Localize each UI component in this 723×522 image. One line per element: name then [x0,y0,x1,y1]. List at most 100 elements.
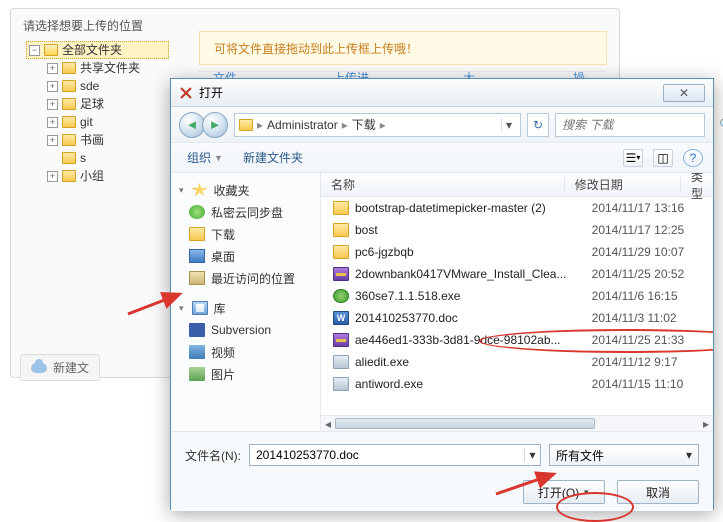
open-dialog: 打开 ✕ ◄ ► ▸ Administrator ▸ 下载 ▸ ▾ ↻ 🔍 组织… [170,78,714,510]
folder-icon [62,62,76,74]
col-date[interactable]: 修改日期 [565,176,681,193]
chevron-right-icon: ▸ [257,118,263,132]
expand-icon[interactable]: + [47,81,58,92]
file-row[interactable]: aliedit.exe2014/11/12 9:17应用程 [321,351,713,373]
sidebar-video[interactable]: 视频 [171,341,320,363]
sidebar-desktop[interactable]: 桌面 [171,245,320,267]
sidebar: ▾收藏夹 私密云同步盘 下载 桌面 最近访问的位置 ▾库 Subversion … [171,173,321,431]
dialog-bottom: 文件名(N): ▾ 所有文件 ▾ 打开(O)▼ 取消 [171,431,713,511]
sidebar-recent[interactable]: 最近访问的位置 [171,267,320,289]
file-icon [333,333,349,347]
sidebar-libraries[interactable]: ▾库 [171,297,320,319]
file-name: antiword.exe [355,377,582,391]
refresh-button[interactable]: ↻ [527,113,549,137]
file-row[interactable]: bost2014/11/17 12:25文件夹 [321,219,713,241]
address-bar[interactable]: ▸ Administrator ▸ 下载 ▸ ▾ [234,113,521,137]
file-date: 2014/11/3 11:02 [582,311,703,325]
file-row[interactable]: 2downbank0417VMware_Install_Clea...2014/… [321,263,713,285]
search-input[interactable] [562,118,719,132]
recent-icon [189,271,205,285]
tree-item[interactable]: +共享文件夹 [47,59,169,77]
folder-icon [62,152,76,164]
file-type: Micro [703,311,713,325]
scrollbar-thumb[interactable] [335,418,595,429]
tree-item[interactable]: +小组 [47,167,169,185]
horizontal-scrollbar[interactable]: ◂ ▸ [321,415,713,431]
dialog-titlebar[interactable]: 打开 ✕ [171,79,713,107]
tree-item[interactable]: +书画 [47,131,169,149]
desktop-icon [189,249,205,263]
breadcrumb-folder[interactable]: 下载 [352,116,376,133]
nav-back-forward: ◄ ► [179,112,228,138]
file-name: ae446ed1-333b-3d81-9dce-98102ab... [355,333,582,347]
chevron-down-icon: ▼ [214,153,223,163]
file-date: 2014/11/29 10:07 [582,245,703,259]
nav-bar: ◄ ► ▸ Administrator ▸ 下载 ▸ ▾ ↻ 🔍 [171,107,713,143]
preview-button[interactable]: ◫ [653,149,673,167]
folder-icon [239,119,253,131]
tree-item[interactable]: +足球 [47,95,169,113]
expand-icon[interactable]: + [47,171,58,182]
file-name: 2downbank0417VMware_Install_Clea... [355,267,582,281]
organize-button[interactable]: 组织▼ [181,147,229,168]
chevron-down-icon[interactable]: ▾ [524,448,540,462]
sidebar-downloads[interactable]: 下载 [171,223,320,245]
sidebar-pictures[interactable]: 图片 [171,363,320,385]
file-icon [333,223,349,237]
filename-input[interactable] [250,448,524,462]
col-name[interactable]: 名称 [321,176,565,193]
cloud-icon [31,363,47,373]
help-button[interactable]: ? [683,149,703,167]
video-icon [189,345,205,359]
tree-item[interactable]: s [47,149,169,167]
new-folder-button[interactable]: 新建文件夹 [237,147,309,168]
folder-icon [44,44,58,56]
view-button[interactable]: ☰▾ [623,149,643,167]
file-filter[interactable]: 所有文件 ▾ [549,444,699,466]
star-icon [192,183,208,197]
file-type: 文件夹 [703,222,713,239]
tree-item[interactable]: +sde [47,77,169,95]
file-type: 文件夹 [703,244,713,261]
folder-icon [62,116,76,128]
open-button[interactable]: 打开(O)▼ [523,480,605,504]
expand-icon[interactable]: + [47,117,58,128]
filename-combo[interactable]: ▾ [249,444,541,466]
expand-icon[interactable]: + [47,99,58,110]
file-icon [333,311,349,325]
breadcrumb-user[interactable]: Administrator [267,118,338,132]
chevron-down-icon: ▾ [179,185,184,196]
file-row[interactable]: 360se7.1.1.518.exe2014/11/6 16:15应用程 [321,285,713,307]
file-list[interactable]: bootstrap-datetimepicker-master (2)2014/… [321,197,713,415]
file-columns: 名称 修改日期 类型 [321,173,713,197]
file-row[interactable]: 201410253770.doc2014/11/3 11:02Micro [321,307,713,329]
address-dropdown[interactable]: ▾ [501,118,516,132]
folder-icon [62,134,76,146]
file-name: 360se7.1.1.518.exe [355,289,582,303]
file-row[interactable]: ae446ed1-333b-3d81-9dce-98102ab...2014/1… [321,329,713,351]
search-box[interactable]: 🔍 [555,113,705,137]
cancel-button[interactable]: 取消 [617,480,699,504]
folder-tree: − 全部文件夹 +共享文件夹 +sde +足球 +git +书画 s +小组 [29,41,169,185]
sidebar-favorites[interactable]: ▾收藏夹 [171,179,320,201]
expand-icon[interactable]: + [47,63,58,74]
file-row[interactable]: antiword.exe2014/11/15 11:10应用程 [321,373,713,395]
expand-icon[interactable]: + [47,135,58,146]
file-row[interactable]: bootstrap-datetimepicker-master (2)2014/… [321,197,713,219]
close-button[interactable]: ✕ [663,84,705,102]
tree-item[interactable]: +git [47,113,169,131]
sidebar-svn[interactable]: Subversion [171,319,320,341]
tree-root[interactable]: − 全部文件夹 [26,41,169,59]
new-folder-button[interactable]: 新建文 [20,354,100,381]
file-row[interactable]: pc6-jgzbqb2014/11/29 10:07文件夹 [321,241,713,263]
chevron-right-icon: ▸ [380,118,386,132]
scroll-right-icon[interactable]: ▸ [699,416,713,431]
collapse-icon[interactable]: − [29,45,40,56]
chevron-down-icon[interactable]: ▾ [686,448,692,462]
chevron-down-icon: ▾ [179,303,184,314]
forward-button[interactable]: ► [202,112,228,138]
sidebar-sync[interactable]: 私密云同步盘 [171,201,320,223]
scroll-left-icon[interactable]: ◂ [321,416,335,431]
sync-icon [189,205,205,219]
folder-icon [62,170,76,182]
